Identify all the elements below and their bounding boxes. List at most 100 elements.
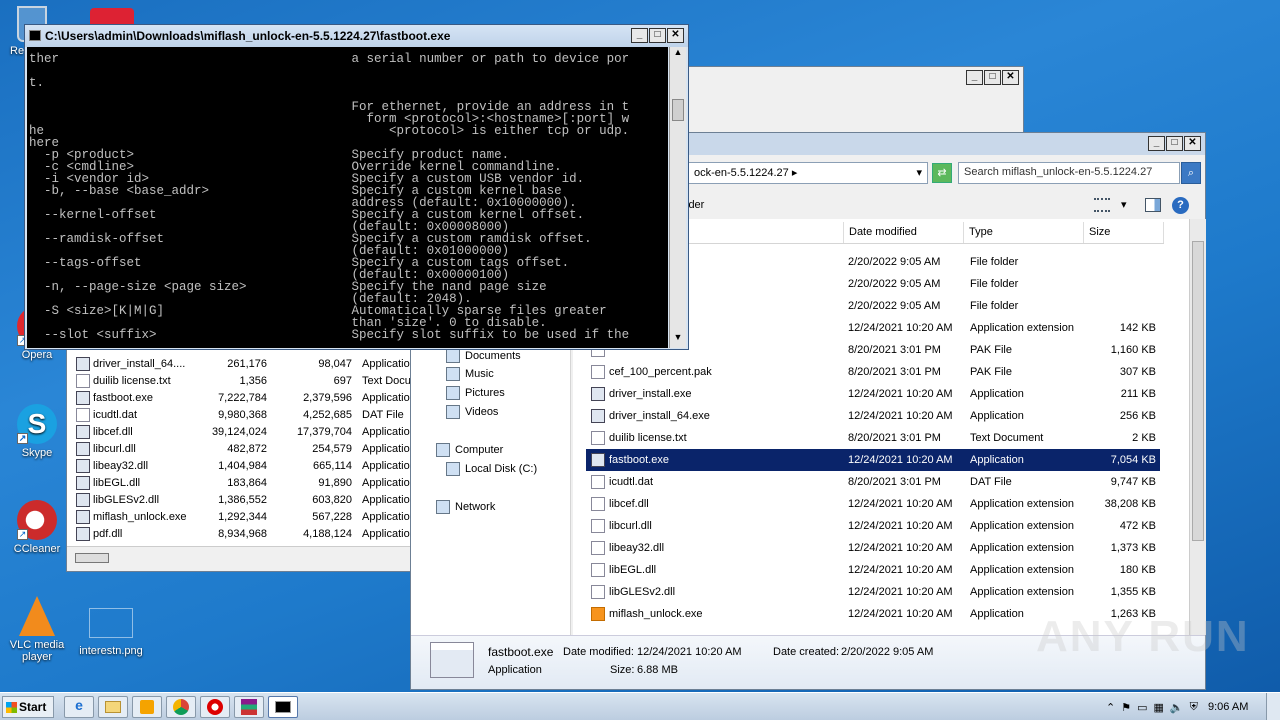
scroll-up-arrow[interactable]: ▲ [670, 47, 686, 63]
taskbar-ie-icon[interactable]: e [64, 696, 94, 718]
refresh-button[interactable]: ⇄ [932, 163, 952, 183]
minimize-button[interactable]: _ [631, 28, 648, 43]
archive-list-row[interactable]: libcef.dll 39,124,024 17,379,704 Applicatio… [76, 423, 410, 440]
search-icon[interactable]: ⌕ [1181, 162, 1201, 184]
file-row-selected[interactable]: fastboot.exe 12/24/2021 10:20 AM Applicati… [586, 449, 1160, 471]
file-row[interactable]: driver_install_64.exe 12/24/2021 10:20 AM… [586, 405, 1160, 427]
start-button[interactable]: Start [2, 696, 54, 718]
flag-icon[interactable]: ⚑ [1121, 701, 1131, 714]
show-hidden-icons-icon[interactable]: ⌃ [1106, 701, 1115, 714]
archive-list-row[interactable]: miflash_unlock.exe 1,292,344 567,228 Applic… [76, 508, 410, 525]
details-size: 6.88 MB [637, 664, 678, 676]
scroll-thumb[interactable] [1192, 241, 1204, 541]
taskbar-opera-icon[interactable] [200, 696, 230, 718]
nav-item[interactable]: Music [446, 367, 494, 381]
desktop-icon-label: interestn.png [79, 645, 143, 657]
chevron-down-icon[interactable]: ▾ [1121, 198, 1127, 211]
nav-item[interactable]: Documents [446, 349, 521, 363]
archive-list-row[interactable]: libeay32.dll 1,404,984 665,114 Application [76, 457, 410, 474]
file-date: 12/24/2021 10:20 AM [848, 322, 953, 334]
file-icon [76, 492, 90, 507]
column-type[interactable]: Type [964, 222, 1084, 243]
nav-item[interactable]: Local Disk (C:) [446, 462, 537, 476]
console-output[interactable]: ther a serial number or path to device p… [27, 47, 668, 348]
close-button[interactable]: ✕ [1002, 70, 1019, 85]
nav-item[interactable]: Pictures [446, 386, 505, 400]
file-row[interactable]: libcurl.dll 12/24/2021 10:20 AM Applicatio… [586, 515, 1160, 537]
file-row[interactable]: icudtl.dat 8/20/2021 3:01 PM DAT File 9,747… [586, 471, 1160, 493]
minimize-button[interactable]: _ [1148, 136, 1165, 151]
file-row[interactable]: libeay32.dll 12/24/2021 10:20 AM Applicati… [586, 537, 1160, 559]
local-disk-icon [446, 462, 460, 476]
column-size[interactable]: Size [1084, 222, 1164, 243]
maximize-button[interactable]: □ [649, 28, 666, 43]
vertical-scrollbar[interactable] [1189, 219, 1206, 635]
taskbar-chrome-icon[interactable] [166, 696, 196, 718]
details-modified-label: Date modified: [563, 646, 634, 658]
archive-type: Application [362, 425, 410, 438]
archive-list-row[interactable]: fastboot.exe 7,222,784 2,379,596 Applicatio… [76, 389, 410, 406]
minimize-button[interactable]: _ [966, 70, 983, 85]
column-date-modified[interactable]: Date modified [844, 222, 964, 243]
desktop-icon-vlc[interactable]: VLC media player [6, 596, 68, 663]
archive-list-row[interactable]: icudtl.dat 9,980,368 4,252,685 DAT File [76, 406, 410, 423]
preview-pane-icon[interactable] [1145, 198, 1161, 212]
archive-list-row[interactable]: libcurl.dll 482,872 254,579 Application [76, 440, 410, 457]
chevron-down-icon[interactable]: ▾ [916, 166, 922, 179]
archive-list-row[interactable]: duilib license.txt 1,356 697 Text Docu [76, 372, 410, 389]
file-size: 7,054 KB [1110, 454, 1156, 466]
file-icon [591, 607, 605, 621]
taskbar-console-icon[interactable] [268, 696, 298, 718]
archive-size: 39,124,024 [211, 425, 267, 438]
file-row[interactable]: libGLESv2.dll 12/24/2021 10:20 AM Applicat… [586, 581, 1160, 603]
archive-list-row[interactable]: driver_install_64.... 261,176 98,047 Applic… [76, 355, 410, 372]
scroll-down-arrow[interactable]: ▼ [670, 332, 686, 348]
scroll-thumb[interactable] [672, 99, 684, 121]
archive-list-row[interactable]: libEGL.dll 183,864 91,890 Application [76, 474, 410, 491]
view-options-icon[interactable] [1094, 198, 1110, 212]
maximize-button[interactable]: □ [1166, 136, 1183, 151]
archive-list-row[interactable]: pdf.dll 8,934,968 4,188,124 Application [76, 525, 410, 542]
computer-icon [436, 443, 450, 457]
maximize-button[interactable]: □ [984, 70, 1001, 85]
address-bar[interactable]: ock-en-5.5.1224.27 ▸ ▾ [688, 162, 928, 184]
console-icon [29, 30, 41, 41]
file-size: 2 KB [1132, 432, 1156, 444]
desktop-icon-ccleaner[interactable]: ↗ CCleaner [6, 500, 68, 555]
show-desktop-button[interactable] [1266, 693, 1280, 720]
nav-item[interactable]: Videos [446, 405, 498, 419]
file-size: 1,373 KB [1110, 542, 1156, 554]
file-type: DAT File [970, 476, 1012, 488]
drive-icon [75, 553, 109, 563]
console-scrollbar[interactable]: ▲ ▼ [669, 47, 686, 348]
file-row[interactable]: libEGL.dll 12/24/2021 10:20 AM Application… [586, 559, 1160, 581]
file-row[interactable]: libcef.dll 12/24/2021 10:20 AM Application… [586, 493, 1160, 515]
taskbar-winrar-icon[interactable] [234, 696, 264, 718]
nav-item[interactable]: Network [436, 500, 495, 514]
close-button[interactable]: ✕ [1184, 136, 1201, 151]
archive-file-name: libEGL.dll [93, 476, 141, 489]
power-icon[interactable]: ⛨ [1190, 701, 1198, 714]
clock[interactable]: 9:06 AM [1208, 701, 1248, 713]
file-type: PAK File [970, 366, 1012, 378]
file-row[interactable]: cef_100_percent.pak 8/20/2021 3:01 PM PAK … [586, 361, 1160, 383]
file-type: Application extension [970, 322, 1074, 334]
archive-list-row[interactable]: libGLESv2.dll 1,386,552 603,820 Application [76, 491, 410, 508]
help-icon[interactable]: ? [1172, 197, 1189, 214]
display-icon[interactable]: ▭ [1137, 701, 1147, 714]
file-row[interactable]: driver_install.exe 12/24/2021 10:20 AM App… [586, 383, 1160, 405]
taskbar-media-icon[interactable] [132, 696, 162, 718]
network-icon[interactable]: ▦ [1154, 701, 1164, 714]
archive-type: Application [362, 527, 410, 540]
close-button[interactable]: ✕ [667, 28, 684, 43]
nav-item[interactable]: Computer [436, 443, 503, 457]
file-size: 1,355 KB [1110, 586, 1156, 598]
taskbar: Start e ⌃ ⚑ ▭ ▦ 🔈 ⛨ 9:06 AM [0, 692, 1280, 720]
search-input[interactable]: Search miflash_unlock-en-5.5.1224.27 [958, 162, 1180, 184]
file-row[interactable]: duilib license.txt 8/20/2021 3:01 PM Text … [586, 427, 1160, 449]
console-window[interactable]: C:\Users\admin\Downloads\miflash_unlock-… [24, 24, 689, 350]
taskbar-explorer-icon[interactable] [98, 696, 128, 718]
volume-icon[interactable]: 🔈 [1170, 701, 1184, 714]
desktop-icon-skype[interactable]: S ↗ Skype [6, 404, 68, 459]
desktop-icon-interestn[interactable]: interestn.png [74, 608, 148, 657]
